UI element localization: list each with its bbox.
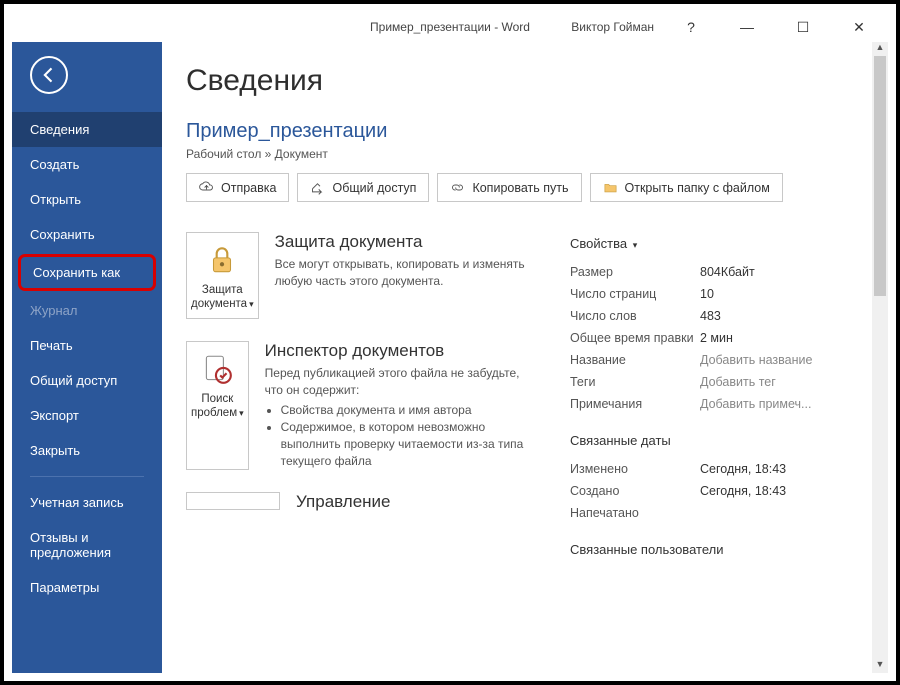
protect-title: Защита документа [275, 232, 536, 252]
back-button[interactable] [30, 56, 68, 94]
document-title: Пример_презентации [186, 120, 878, 143]
protect-section: Защита документа▾ Защита документа Все м… [186, 232, 536, 319]
inspect-bullet-1: Свойства документа и имя автора [281, 402, 536, 419]
send-button[interactable]: Отправка [186, 173, 289, 202]
sidebar-item-учетная-запись[interactable]: Учетная запись [12, 485, 162, 520]
related-users-header: Связанные пользователи [570, 542, 878, 557]
inspect-title: Инспектор документов [265, 341, 536, 361]
sidebar-item-создать[interactable]: Создать [12, 147, 162, 182]
properties-panel: Свойства ▾ Размер804Кбайт Число страниц1… [570, 232, 878, 567]
arrow-left-icon [39, 65, 59, 85]
check-issues-button[interactable]: Поиск проблем▾ [186, 341, 249, 470]
sidebar-item-параметры[interactable]: Параметры [12, 570, 162, 605]
sidebar-item-журнал: Журнал [12, 293, 162, 328]
title-bar: Пример_презентации - Word Виктор Гойман … [12, 12, 888, 42]
properties-header[interactable]: Свойства ▾ [570, 236, 878, 251]
info-toolbar: Отправка Общий доступ Копировать путь От… [186, 173, 878, 202]
related-dates-header: Связанные даты [570, 433, 878, 448]
protect-desc: Все могут открывать, копировать и изменя… [275, 256, 536, 290]
sidebar-item-сохранить[interactable]: Сохранить [12, 217, 162, 252]
manage-title: Управление [296, 492, 391, 512]
page-heading: Сведения [186, 64, 878, 98]
sidebar-item-общий-доступ[interactable]: Общий доступ [12, 363, 162, 398]
inspect-section: Поиск проблем▾ Инспектор документов Пере… [186, 341, 536, 470]
scroll-thumb[interactable] [874, 56, 886, 296]
link-icon [450, 180, 465, 195]
sidebar-item-печать[interactable]: Печать [12, 328, 162, 363]
share-button[interactable]: Общий доступ [297, 173, 429, 202]
sidebar-item-отзывы-и-предложения[interactable]: Отзывы и предложения [12, 520, 162, 570]
inspect-desc: Перед публикацией этого файла не забудьт… [265, 365, 536, 399]
maximize-button[interactable]: ☐ [784, 19, 822, 36]
main-panel: Сведения Пример_презентации Рабочий стол… [162, 42, 888, 673]
manage-document-button[interactable] [186, 492, 280, 510]
add-title-field[interactable]: Добавить название [700, 353, 812, 367]
scroll-down-icon[interactable]: ▼ [872, 659, 888, 673]
inspect-bullet-2: Содержимое, в котором невозможно выполни… [281, 419, 536, 469]
share-icon [310, 180, 325, 195]
open-folder-button[interactable]: Открыть папку с файлом [590, 173, 783, 202]
sidebar-item-экспорт[interactable]: Экспорт [12, 398, 162, 433]
sidebar-highlight: Сохранить как [18, 254, 156, 291]
checklist-icon [200, 352, 234, 386]
add-tags-field[interactable]: Добавить тег [700, 375, 776, 389]
folder-open-icon [603, 180, 618, 195]
sidebar-item-закрыть[interactable]: Закрыть [12, 433, 162, 468]
scroll-up-icon[interactable]: ▲ [872, 42, 888, 56]
sidebar-item-сохранить-как[interactable]: Сохранить как [21, 257, 153, 288]
lock-icon [205, 243, 239, 277]
protect-document-button[interactable]: Защита документа▾ [186, 232, 259, 319]
vertical-scrollbar[interactable]: ▲ ▼ [872, 42, 888, 673]
breadcrumb: Рабочий стол » Документ [186, 147, 878, 161]
sidebar-item-открыть[interactable]: Открыть [12, 182, 162, 217]
sidebar-separator [30, 476, 144, 477]
manage-section: Управление [186, 492, 536, 516]
help-button[interactable]: ? [672, 19, 710, 35]
cloud-upload-icon [199, 180, 214, 195]
copy-path-button[interactable]: Копировать путь [437, 173, 581, 202]
minimize-button[interactable]: — [728, 19, 766, 35]
sidebar-item-сведения[interactable]: Сведения [12, 112, 162, 147]
window-title: Пример_презентации - Word [370, 20, 530, 34]
user-name[interactable]: Виктор Гойман [571, 20, 654, 34]
add-comments-field[interactable]: Добавить примеч... [700, 397, 811, 411]
close-button[interactable]: ✕ [840, 19, 878, 36]
backstage-sidebar: СведенияСоздатьОткрытьСохранить Сохранить… [12, 42, 162, 673]
